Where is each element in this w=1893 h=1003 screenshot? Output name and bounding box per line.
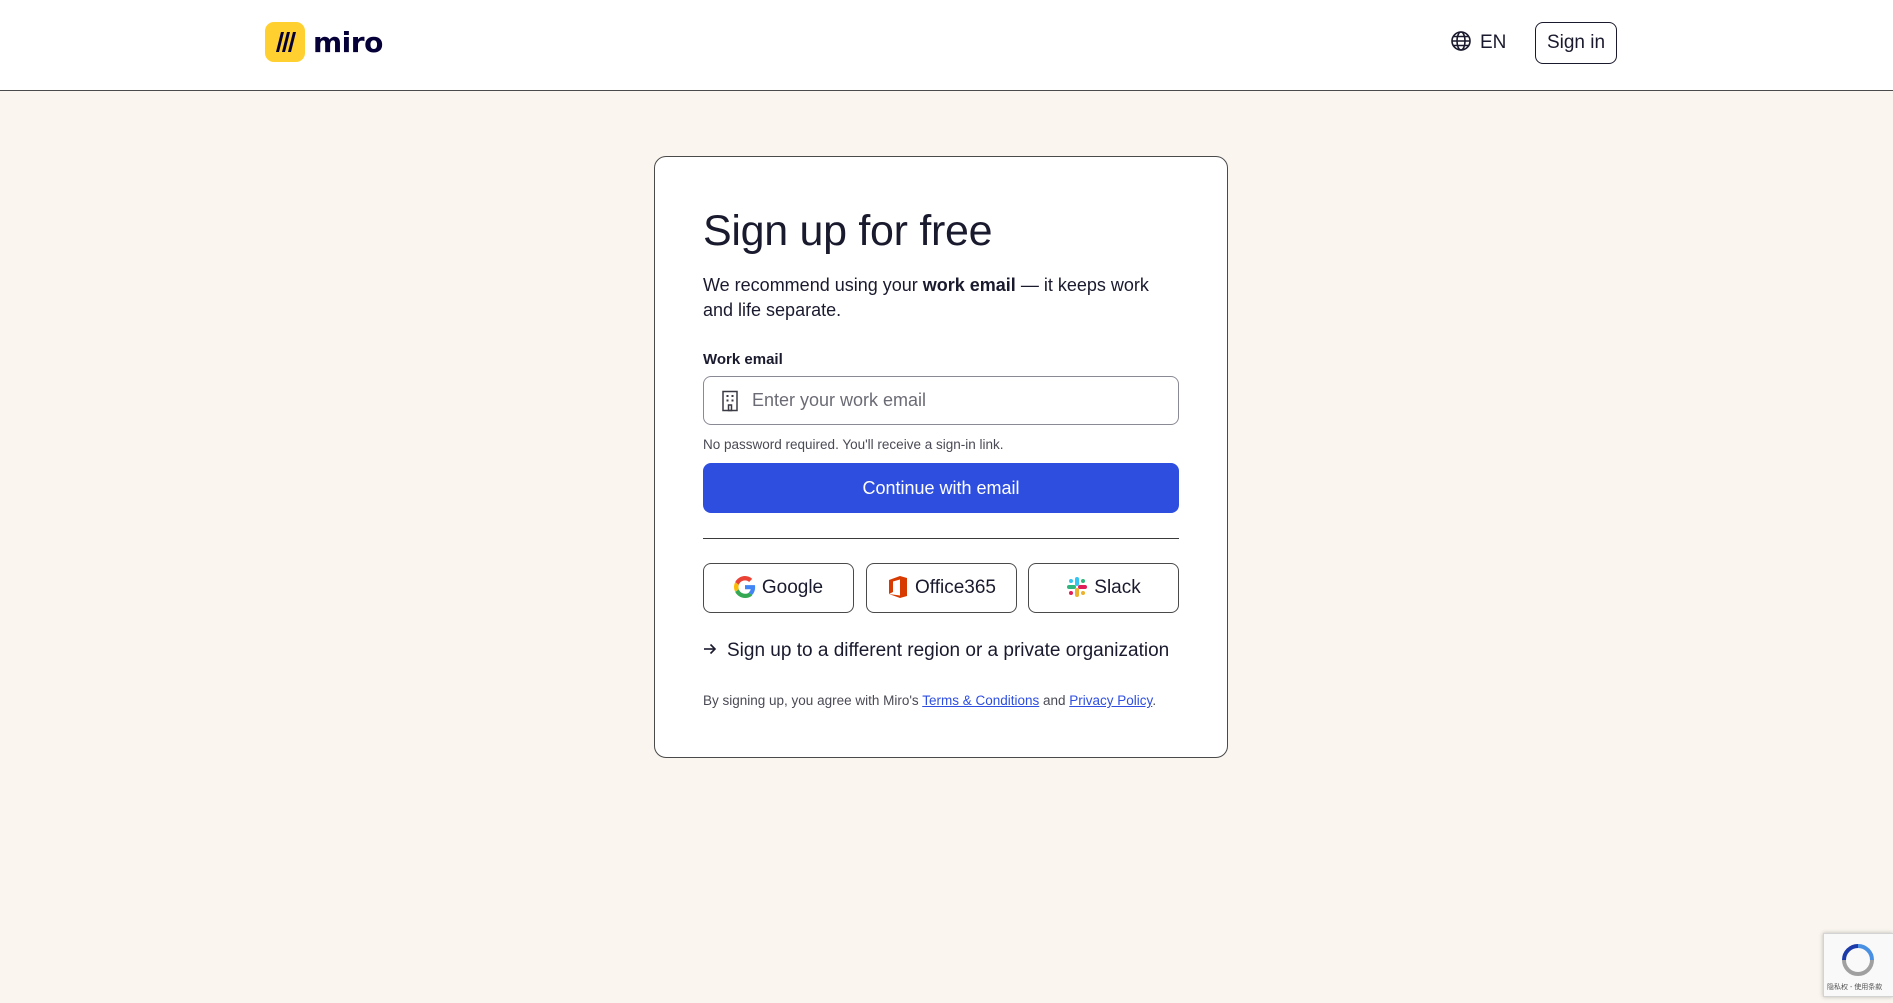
building-icon xyxy=(720,390,740,412)
legal-notice: By signing up, you agree with Miro's Ter… xyxy=(703,693,1157,708)
terms-link[interactable]: Terms & Conditions xyxy=(922,693,1039,708)
divider xyxy=(703,538,1179,539)
continue-with-email-button[interactable]: Continue with email xyxy=(703,463,1179,513)
sign-in-button[interactable]: Sign in xyxy=(1535,22,1617,64)
recaptcha-terms: 隐私权 - 使用条款 xyxy=(1827,984,1883,991)
signup-subtitle: We recommend using your work email — it … xyxy=(703,275,1149,320)
subtitle-emphasis: work email xyxy=(922,275,1016,295)
top-bar: miro EN Sign in xyxy=(0,0,1893,91)
privacy-link[interactable]: Privacy Policy xyxy=(1069,693,1152,708)
brand-name: miro xyxy=(313,25,383,59)
slack-icon xyxy=(1066,576,1088,601)
language-selector[interactable]: EN xyxy=(1450,30,1506,56)
google-icon xyxy=(733,575,756,601)
recaptcha-badge[interactable]: 隐私权 - 使用条款 xyxy=(1823,933,1893,997)
slack-label: Slack xyxy=(1094,577,1141,598)
google-signup-button[interactable]: Google xyxy=(703,563,854,613)
email-field-label: Work email xyxy=(703,351,783,368)
different-region-link[interactable]: Sign up to a different region or a priva… xyxy=(703,638,1169,664)
email-hint: No password required. You'll receive a s… xyxy=(703,437,1004,452)
office365-signup-button[interactable]: Office365 xyxy=(866,563,1017,613)
globe-icon xyxy=(1450,30,1472,57)
email-input[interactable] xyxy=(752,377,1162,424)
slack-signup-button[interactable]: Slack xyxy=(1028,563,1179,613)
different-region-label: Sign up to a different region or a priva… xyxy=(727,640,1170,661)
office365-label: Office365 xyxy=(915,577,996,598)
miro-logo[interactable]: miro xyxy=(265,22,383,62)
signup-card: Sign up for free We recommend using your… xyxy=(654,156,1228,758)
arrow-right-icon xyxy=(703,642,717,661)
office365-icon xyxy=(887,575,909,602)
recaptcha-icon xyxy=(1840,942,1876,983)
language-label: EN xyxy=(1480,32,1507,53)
google-label: Google xyxy=(761,577,824,598)
email-field[interactable] xyxy=(703,376,1179,425)
miro-logo-icon xyxy=(265,22,305,62)
page-title: Sign up for free xyxy=(703,207,993,255)
